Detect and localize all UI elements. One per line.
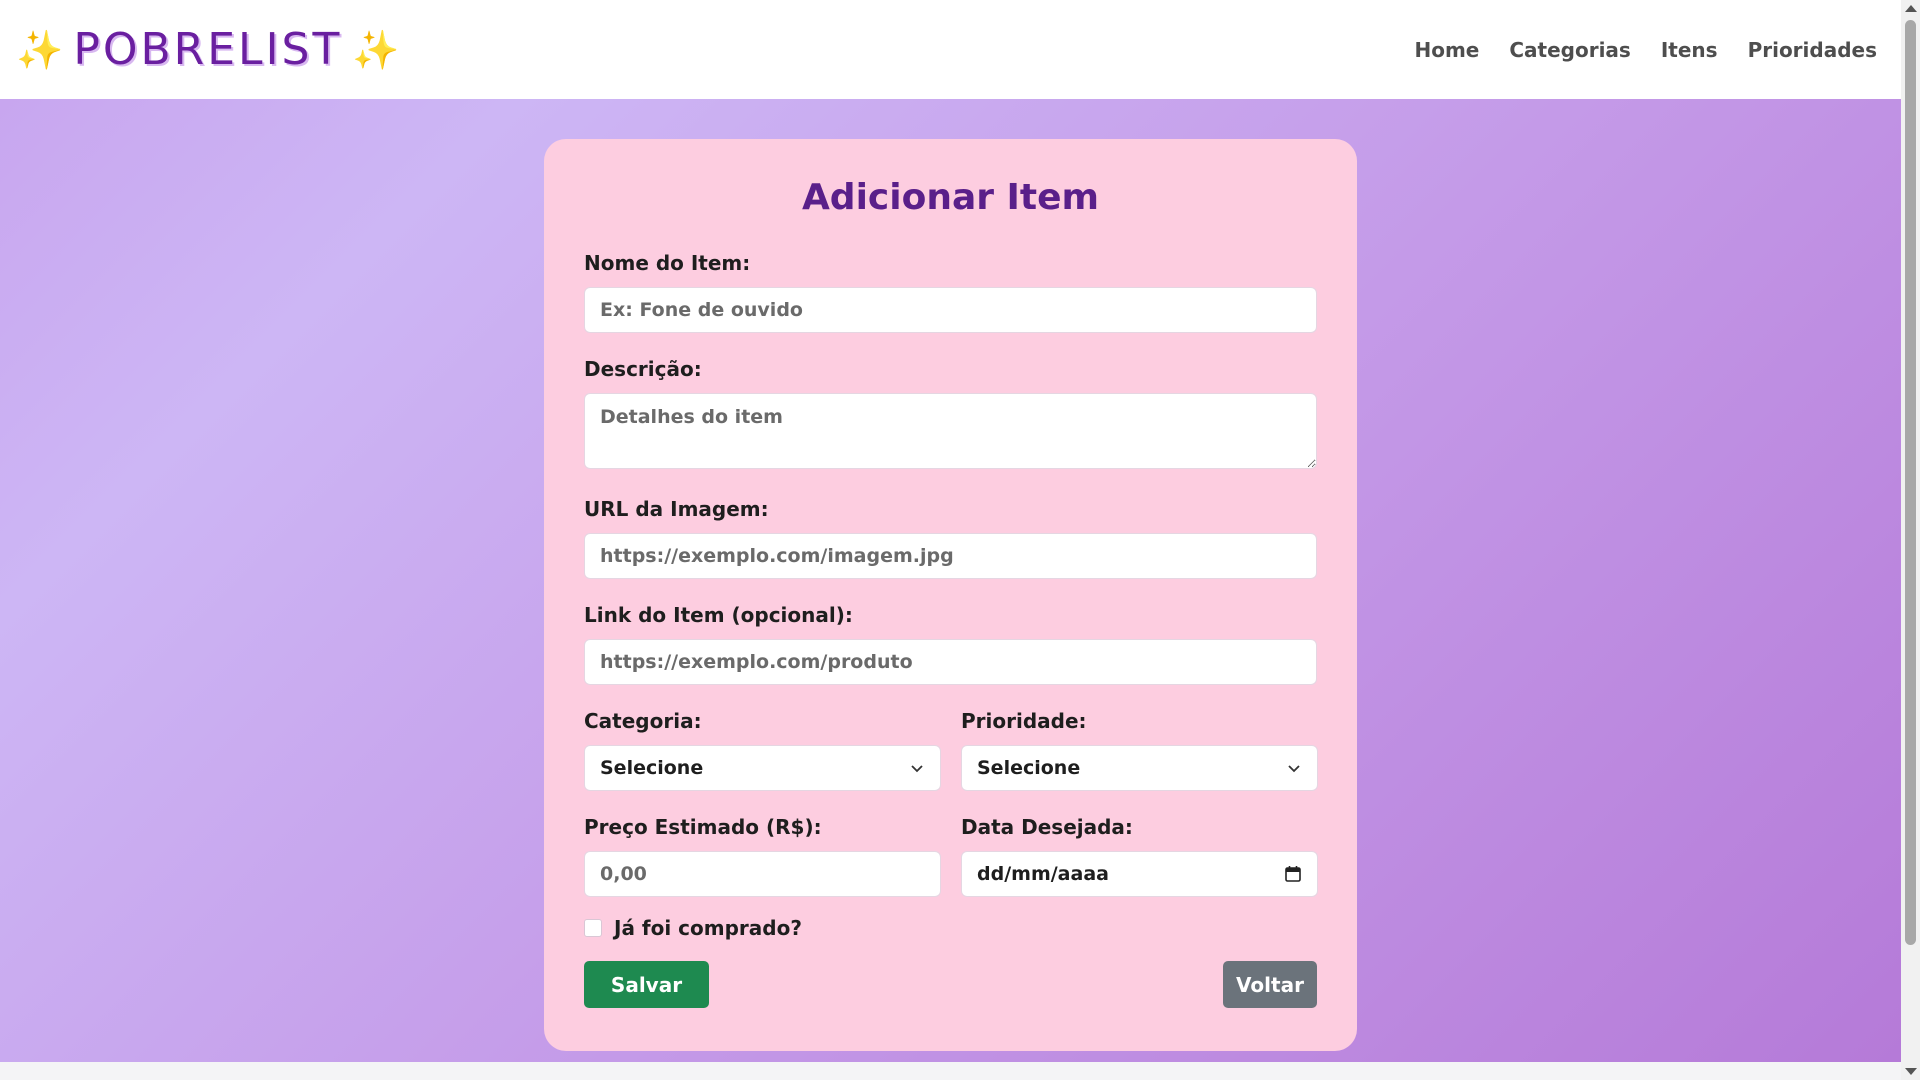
purchased-label: Já foi comprado? xyxy=(614,916,802,940)
name-field-group: Nome do Item: xyxy=(584,251,1317,333)
scroll-up-arrow-icon[interactable] xyxy=(1905,5,1917,12)
nav-link-itens[interactable]: Itens xyxy=(1661,38,1718,62)
priority-field-group: Prioridade: Selecione xyxy=(961,709,1318,791)
brand-name: POBRELIST xyxy=(73,24,343,75)
name-label: Nome do Item: xyxy=(584,251,751,275)
item-link-field-group: Link do Item (opcional): xyxy=(584,603,1317,685)
item-link-label: Link do Item (opcional): xyxy=(584,603,853,627)
price-input[interactable]: 0,00 xyxy=(584,851,941,897)
category-select-value: Selecione xyxy=(600,757,704,779)
image-url-label: URL da Imagem: xyxy=(584,497,769,521)
description-field-group: Descrição: xyxy=(584,357,1317,473)
scroll-down-arrow-icon[interactable] xyxy=(1905,1068,1917,1075)
item-link-input[interactable] xyxy=(584,639,1317,685)
price-date-row: Preço Estimado (R$): 0,00 Data Desejada:… xyxy=(584,815,1318,897)
price-field-group: Preço Estimado (R$): 0,00 xyxy=(584,815,941,897)
image-url-input[interactable] xyxy=(584,533,1317,579)
date-input[interactable]: dd/mm/aaaa xyxy=(961,851,1318,897)
category-select[interactable]: Selecione xyxy=(584,745,941,791)
description-label: Descrição: xyxy=(584,357,702,381)
calendar-icon[interactable] xyxy=(1284,865,1302,883)
nav-link-home[interactable]: Home xyxy=(1414,38,1479,62)
nav-link-prioridades[interactable]: Prioridades xyxy=(1748,38,1877,62)
date-placeholder: dd/mm/aaaa xyxy=(977,863,1109,885)
date-field-group: Data Desejada: dd/mm/aaaa xyxy=(961,815,1318,897)
name-input[interactable] xyxy=(584,287,1317,333)
date-label: Data Desejada: xyxy=(961,815,1133,839)
nav-link-categorias[interactable]: Categorias xyxy=(1509,38,1630,62)
priority-select[interactable]: Selecione xyxy=(961,745,1318,791)
add-item-card: Adicionar Item Nome do Item: Descrição: … xyxy=(544,139,1357,1051)
nav-links: Home Categorias Itens Prioridades xyxy=(1414,38,1877,62)
priority-label: Prioridade: xyxy=(961,709,1087,733)
sparkle-icon: ✨ xyxy=(352,27,400,72)
back-button[interactable]: Voltar xyxy=(1223,961,1317,1008)
save-button[interactable]: Salvar xyxy=(584,961,709,1008)
scrollbar-thumb[interactable] xyxy=(1905,20,1916,945)
sparkle-icon: ✨ xyxy=(16,27,64,72)
chevron-down-icon xyxy=(1288,765,1300,773)
purchased-checkbox[interactable] xyxy=(584,919,602,937)
main-area: Adicionar Item Nome do Item: Descrição: … xyxy=(0,99,1901,1062)
form-actions: Salvar Voltar xyxy=(584,961,1317,1008)
navbar: ✨ POBRELIST ✨ Home Categorias Itens Prio… xyxy=(0,0,1901,99)
category-priority-row: Categoria: Selecione Prioridade: Selecio… xyxy=(584,709,1318,791)
page-title: Adicionar Item xyxy=(801,177,1100,218)
priority-select-value: Selecione xyxy=(977,757,1081,779)
price-label: Preço Estimado (R$): xyxy=(584,815,822,839)
brand-logo[interactable]: ✨ POBRELIST ✨ xyxy=(16,24,400,75)
chevron-down-icon xyxy=(911,765,923,773)
category-field-group: Categoria: Selecione xyxy=(584,709,941,791)
category-label: Categoria: xyxy=(584,709,702,733)
image-url-field-group: URL da Imagem: xyxy=(584,497,1317,579)
description-textarea[interactable] xyxy=(584,393,1317,469)
price-placeholder: 0,00 xyxy=(600,863,647,885)
page-scrollbar[interactable] xyxy=(1901,0,1920,1080)
purchased-row: Já foi comprado? xyxy=(584,913,1317,943)
